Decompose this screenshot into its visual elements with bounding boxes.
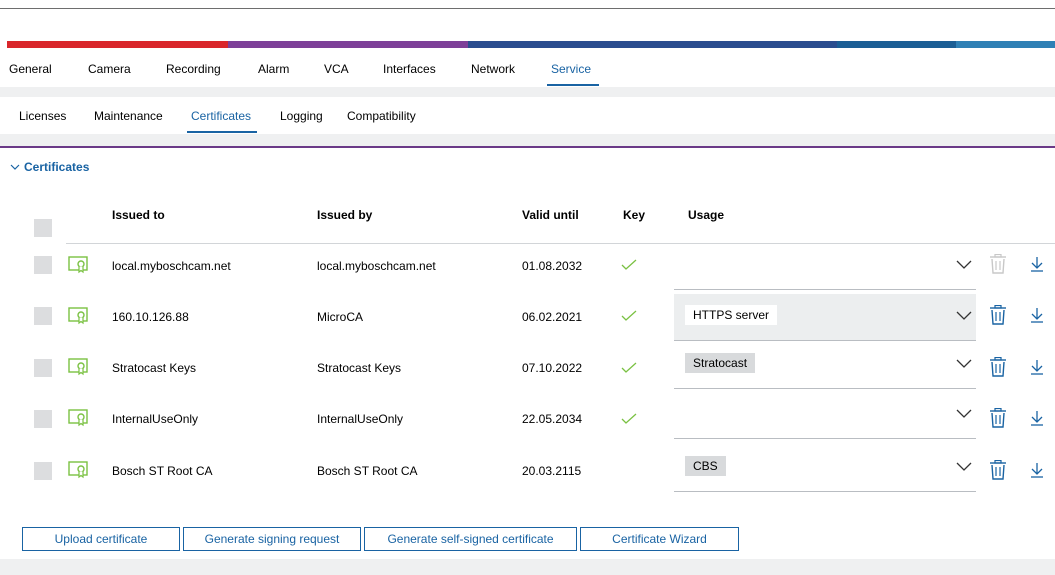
issued-to: InternalUseOnly xyxy=(112,412,199,426)
tab-service[interactable]: Service xyxy=(551,62,591,76)
usage-chip: CBS xyxy=(685,456,726,476)
chevron-down-icon xyxy=(956,359,972,368)
valid-until: 06.02.2021 xyxy=(522,310,583,324)
download-icon[interactable] xyxy=(1030,462,1044,478)
chevron-down-icon xyxy=(10,164,20,171)
chevron-down-icon xyxy=(956,260,972,269)
certificate-icon xyxy=(68,358,88,376)
row-checkbox[interactable] xyxy=(34,462,52,480)
download-icon[interactable] xyxy=(1030,307,1044,323)
brand-stripe-purple xyxy=(228,41,468,48)
column-header-valid-until: Valid until xyxy=(522,208,579,222)
usage-dropdown[interactable] xyxy=(674,243,976,290)
active-tab-indicator xyxy=(547,84,599,86)
section-divider xyxy=(0,146,1055,148)
active-subtab-indicator xyxy=(187,131,257,133)
tab-general[interactable]: General xyxy=(9,62,52,76)
footer-bar xyxy=(0,559,1055,575)
brand-stripe-lightblue xyxy=(956,41,1055,48)
valid-until: 07.10.2022 xyxy=(522,361,583,375)
download-icon[interactable] xyxy=(1030,410,1044,426)
chevron-down-icon xyxy=(956,409,972,418)
generate-signing-request-button[interactable]: Generate signing request xyxy=(183,527,361,551)
subtab-logging[interactable]: Logging xyxy=(280,109,323,123)
column-header-issued-by: Issued by xyxy=(317,208,373,222)
issued-by: Stratocast Keys xyxy=(317,361,402,375)
key-check-icon xyxy=(621,310,637,321)
usage-dropdown[interactable]: HTTPS server xyxy=(674,294,976,341)
chevron-down-icon xyxy=(956,462,972,471)
valid-until: 20.03.2115 xyxy=(522,464,582,478)
issued-to: Bosch ST Root CA xyxy=(112,464,213,478)
top-divider xyxy=(0,8,1055,9)
tab-recording[interactable]: Recording xyxy=(166,62,221,76)
section-title: Certificates xyxy=(24,160,90,174)
usage-dropdown[interactable]: Stratocast xyxy=(674,342,976,389)
delete-icon[interactable] xyxy=(989,305,1007,325)
delete-icon[interactable] xyxy=(989,408,1007,428)
issued-by: local.myboschcam.net xyxy=(317,259,436,273)
valid-until: 01.08.2032 xyxy=(522,259,583,273)
issued-by: MicroCA xyxy=(317,310,364,324)
certificate-icon xyxy=(68,307,88,325)
row-checkbox[interactable] xyxy=(34,359,52,377)
nav-separator xyxy=(0,87,1055,97)
tab-network[interactable]: Network xyxy=(471,62,515,76)
key-check-icon xyxy=(621,362,637,373)
certificate-icon xyxy=(68,409,88,427)
issued-to: local.myboschcam.net xyxy=(112,259,231,273)
column-header-usage: Usage xyxy=(688,208,725,222)
certificates-section-toggle[interactable]: Certificates xyxy=(10,160,89,174)
subtab-compatibility[interactable]: Compatibility xyxy=(347,109,416,123)
select-all-checkbox[interactable] xyxy=(34,219,52,237)
usage-chip: Stratocast xyxy=(685,353,756,373)
column-header-key: Key xyxy=(623,208,646,222)
usage-chip: HTTPS server xyxy=(685,305,778,325)
brand-stripe-navy xyxy=(468,41,837,48)
row-checkbox[interactable] xyxy=(34,410,52,428)
key-check-icon xyxy=(621,259,637,270)
certificate-icon xyxy=(68,256,88,274)
issued-to: 160.10.126.88 xyxy=(112,310,189,324)
main-nav: General Camera Recording Alarm VCA Inter… xyxy=(0,48,1055,87)
download-icon[interactable] xyxy=(1030,256,1044,272)
column-header-issued-to: Issued to xyxy=(112,208,165,222)
subtab-maintenance[interactable]: Maintenance xyxy=(94,109,163,123)
chevron-down-icon xyxy=(956,311,972,320)
tab-interfaces[interactable]: Interfaces xyxy=(383,62,436,76)
sub-nav: Licenses Maintenance Certificates Loggin… xyxy=(0,97,1055,134)
row-checkbox[interactable] xyxy=(34,256,52,274)
download-icon[interactable] xyxy=(1030,359,1044,375)
generate-self-signed-button[interactable]: Generate self-signed certificate xyxy=(364,527,577,551)
delete-icon[interactable] xyxy=(989,460,1007,480)
row-checkbox[interactable] xyxy=(34,307,52,325)
subnav-separator xyxy=(0,134,1055,146)
subtab-licenses[interactable]: Licenses xyxy=(19,109,66,123)
delete-icon[interactable] xyxy=(989,357,1007,377)
upload-certificate-button[interactable]: Upload certificate xyxy=(22,527,180,551)
delete-icon-disabled xyxy=(990,254,1006,274)
brand-stripe-red xyxy=(7,41,228,48)
usage-dropdown[interactable] xyxy=(674,392,976,439)
certificate-wizard-button[interactable]: Certificate Wizard xyxy=(580,527,739,551)
tab-camera[interactable]: Camera xyxy=(88,62,131,76)
certificate-icon xyxy=(68,461,88,479)
valid-until: 22.05.2034 xyxy=(522,412,583,426)
brand-stripe-blue xyxy=(837,41,956,48)
issued-by: Bosch ST Root CA xyxy=(317,464,418,478)
tab-alarm[interactable]: Alarm xyxy=(258,62,289,76)
issued-to: Stratocast Keys xyxy=(112,361,197,375)
tab-vca[interactable]: VCA xyxy=(324,62,349,76)
key-check-icon xyxy=(621,413,637,424)
subtab-certificates[interactable]: Certificates xyxy=(191,109,251,123)
issued-by: InternalUseOnly xyxy=(317,412,404,426)
usage-dropdown[interactable]: CBS xyxy=(674,445,976,492)
